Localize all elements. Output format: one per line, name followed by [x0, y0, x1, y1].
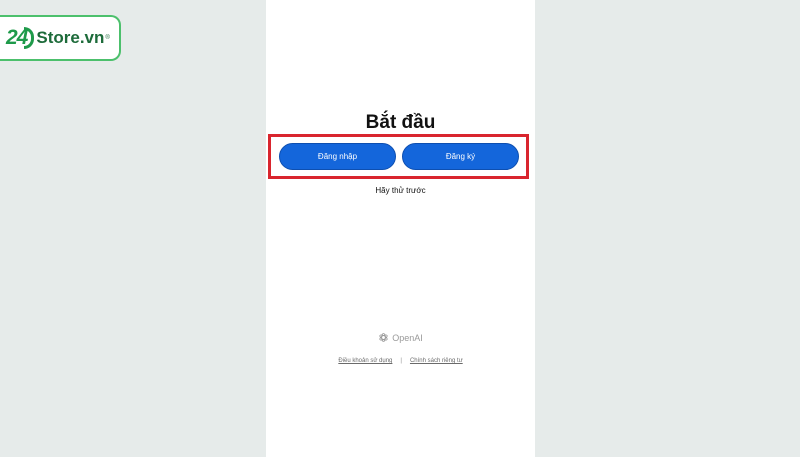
page-title: Bắt đầu — [365, 112, 436, 133]
brand-name: OpenAI — [392, 332, 423, 343]
openai-logo-icon — [379, 332, 388, 343]
login-button[interactable]: Đăng nhập — [279, 143, 396, 170]
brand-row: OpenAI — [266, 332, 535, 343]
logo-text: Store.vn — [36, 28, 105, 47]
privacy-link[interactable]: Chính sách riêng tư — [410, 358, 463, 364]
store-watermark-logo: 24 Store.vn ® — [0, 15, 121, 61]
try-first-link[interactable]: Hãy thử trước — [266, 186, 535, 195]
signup-button[interactable]: Đăng ký — [402, 143, 519, 170]
logo-registered-mark: ® — [105, 35, 110, 41]
logo-arc-icon — [24, 27, 35, 49]
footer-separator: | — [400, 358, 402, 364]
phone-screen: Bắt đầu Đăng nhập Đăng ký Hãy thử trước … — [266, 0, 535, 457]
footer-links: Điều khoản sử dụng | Chính sách riêng tư — [266, 358, 535, 364]
terms-link[interactable]: Điều khoản sử dụng — [338, 358, 392, 364]
